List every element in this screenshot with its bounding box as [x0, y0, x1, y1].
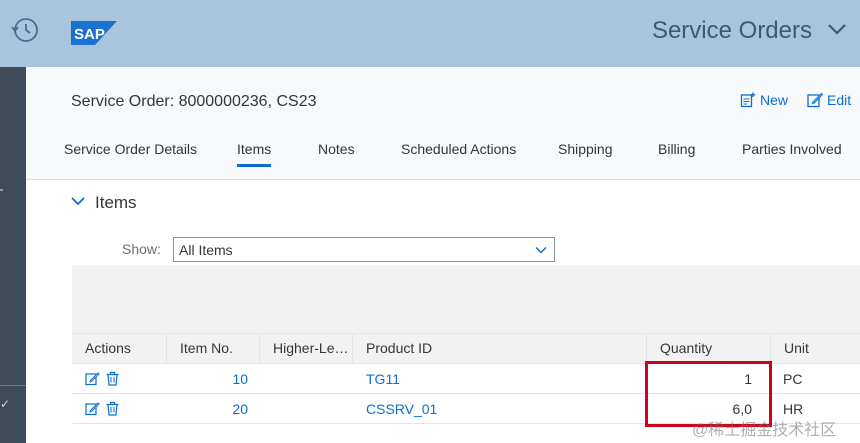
chevron-down-icon[interactable]: [826, 18, 848, 40]
show-filter-select[interactable]: All Items: [173, 237, 555, 262]
show-filter-label: Show:: [122, 241, 161, 257]
delete-icon[interactable]: [105, 371, 120, 386]
history-icon: [11, 18, 38, 42]
chevron-down-icon: [535, 246, 547, 254]
tab-label: Parties Involved: [742, 141, 842, 157]
tab-bar: Service Order Details Items Notes Schedu…: [26, 140, 860, 180]
nav-marker: [0, 189, 3, 191]
product-id-link[interactable]: CSSRV_01: [366, 394, 437, 424]
higher-level-cell: [260, 394, 353, 424]
edit-icon: [807, 92, 823, 108]
object-header: Service Order: 8000000236, CS23 New Edit…: [26, 67, 860, 180]
nav-divider: [0, 385, 26, 386]
page-title: Service Order: 8000000236, CS23: [71, 93, 317, 110]
selected-tab-indicator: [237, 164, 272, 167]
delete-icon[interactable]: [105, 401, 120, 416]
history-button[interactable]: [9, 14, 41, 46]
new-button[interactable]: New: [740, 92, 788, 108]
column-header-unit[interactable]: Unit: [771, 334, 860, 365]
tab-label: Items: [237, 141, 272, 157]
tab-label: Notes: [318, 141, 355, 157]
tab-scheduled-actions[interactable]: Scheduled Actions: [401, 140, 516, 180]
app-title[interactable]: Service Orders: [652, 17, 812, 45]
product-id-link[interactable]: TG11: [366, 364, 400, 394]
tab-notes[interactable]: Notes: [318, 140, 355, 180]
table-toolbar: [72, 265, 860, 333]
column-header-actions[interactable]: Actions: [72, 334, 167, 365]
new-button-label: New: [760, 92, 789, 108]
tab-label: Billing: [658, 141, 696, 157]
column-header-product-id[interactable]: Product ID: [353, 334, 647, 365]
edit-icon[interactable]: [85, 401, 100, 416]
section-title: Items: [95, 193, 137, 212]
higher-level-cell: [260, 364, 353, 394]
show-filter-value: All Items: [179, 242, 233, 258]
edit-button-label: Edit: [827, 92, 852, 108]
tab-items[interactable]: Items: [237, 140, 272, 180]
item-no-cell[interactable]: 10: [167, 364, 260, 394]
table-header: Actions Item No. Higher-Le… Product ID Q…: [72, 333, 860, 365]
tab-service-order-details[interactable]: Service Order Details: [64, 140, 197, 180]
left-nav-strip: ✓: [0, 67, 26, 443]
tab-billing[interactable]: Billing: [658, 140, 695, 180]
new-document-icon: [740, 92, 756, 108]
column-header-higher-level[interactable]: Higher-Le…: [260, 334, 353, 365]
sap-logo[interactable]: SAP: [71, 21, 117, 45]
watermark: @稀土掘金技术社区: [692, 422, 837, 439]
nav-chevron-icon[interactable]: ✓: [0, 397, 10, 411]
column-header-item-no[interactable]: Item No.: [167, 334, 260, 365]
tab-label: Service Order Details: [64, 141, 198, 157]
tab-label: Shipping: [558, 141, 613, 157]
unit-cell: PC: [783, 371, 803, 387]
sap-logo-text: SAP: [74, 26, 105, 43]
collapse-section-icon[interactable]: [70, 193, 86, 209]
tab-label: Scheduled Actions: [401, 141, 517, 157]
tab-shipping[interactable]: Shipping: [558, 140, 613, 180]
item-no-cell[interactable]: 20: [167, 394, 260, 424]
shell-bar: SAP Service Orders: [0, 0, 860, 67]
edit-button[interactable]: Edit: [807, 92, 851, 108]
tab-parties-involved[interactable]: Parties Involved: [742, 140, 842, 180]
edit-icon[interactable]: [85, 371, 100, 386]
